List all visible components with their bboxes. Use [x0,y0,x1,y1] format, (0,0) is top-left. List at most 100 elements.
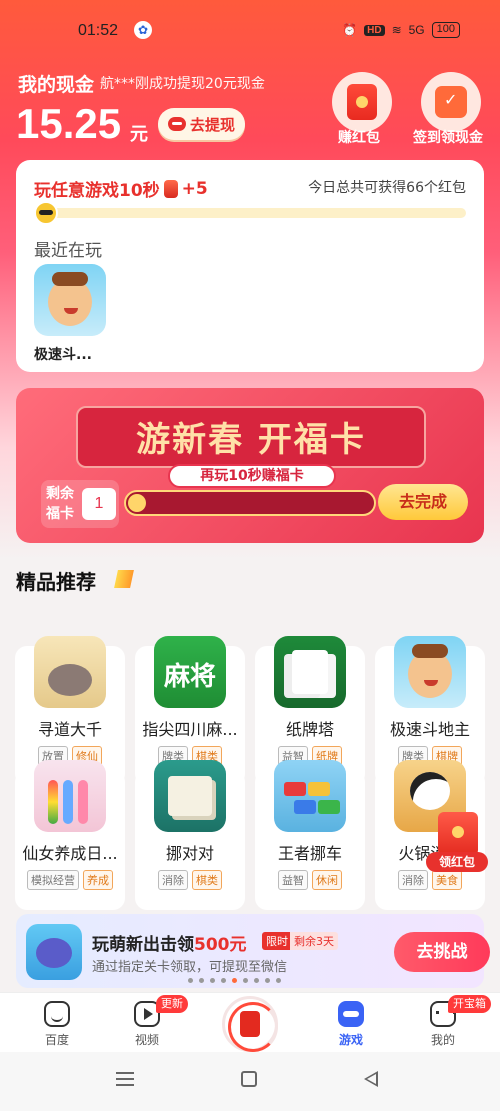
cartoon-man-icon [48,272,92,326]
banner-subtitle: 再玩10秒赚福卡 [168,464,336,488]
game-card[interactable]: 仙女养成日... 模拟经营 养成 [15,760,125,910]
nav-label: 游戏 [338,1033,363,1047]
game-name: 纸牌塔 [285,720,334,739]
baidu-icon [44,1001,70,1027]
nav-games[interactable]: 游戏 [316,999,386,1049]
signal-icon: 5G [408,23,425,37]
game-tag: 益智 [278,870,308,890]
carousel-dot [265,978,270,983]
complete-task-button[interactable]: 去完成 [378,484,468,520]
earn-redpack-button[interactable] [332,72,392,132]
baidu-paw-icon: ✿ [134,21,152,39]
floating-redpack-label: 领红包 [426,852,488,872]
calendar-check-icon [435,86,467,118]
nav-label: 我的 [430,1033,455,1047]
system-nav-bar [0,1052,500,1111]
game-tag: 消除 [158,870,188,890]
center-redpack-button[interactable] [222,996,278,1052]
section-deco [114,570,134,588]
status-bar: 01:52 ✿ ⏰ HD ≋ 5G 100 [0,18,500,46]
promo-desc: 通过指定关卡领取，可提现至微信 [92,960,288,975]
banner-title: 游新春 开福卡 [136,420,366,460]
carousel-dot [188,978,193,983]
cash-unit: 元 [130,124,148,145]
alarm-icon: ⏰ [342,23,358,37]
game-tags: 模拟经营 养成 [15,870,125,890]
sunglasses-face-icon [34,201,58,225]
wallet-icon [167,117,186,131]
treasure-badge: 开宝箱 [448,995,491,1013]
nav-label: 视频 [134,1033,159,1047]
red-envelope-icon [347,84,377,120]
mahjong-tiles-icon [154,760,226,832]
recent-label: 最近在玩 [34,241,102,261]
nav-label: 百度 [44,1033,69,1047]
nav-mine[interactable]: 我的 开宝箱 [408,995,491,1049]
promo-card[interactable]: 玩萌新出击领500元 限时 剩余3天 通过指定关卡领取，可提现至微信 去挑战 [16,914,490,988]
game-tag: 棋类 [192,870,222,890]
game-name: 寻道大千 [37,720,102,739]
game-tag: 休闲 [312,870,342,890]
carousel-dot [221,978,226,983]
playing-cards-icon [274,636,346,708]
water-tubes-icon [34,760,106,832]
back-icon[interactable] [364,1071,378,1087]
carousel-dot [276,978,281,983]
spring-festival-banner[interactable]: 游新春 开福卡 再玩10秒赚福卡 剩余福卡 1 去完成 [16,388,484,543]
remaining-cards-label: 剩余福卡 [46,486,74,522]
limited-badge: 限时 [262,932,292,950]
play-progress-bar [34,208,466,218]
game-name: 指尖四川麻... [142,720,238,739]
cash-label: 我的现金 [18,74,95,96]
game-tags: 消除 美食 [375,870,485,890]
floating-redpack-button[interactable]: 领红包 [426,812,488,872]
nav-baidu[interactable]: 百度 [22,999,92,1049]
play-task-title: 玩任意游戏10秒 +5 [34,176,208,202]
game-name: 挪对对 [165,844,214,863]
cartoon-man-icon [394,636,466,708]
status-time: 01:52 [78,22,119,39]
promo-title: 玩萌新出击领500元 [92,930,247,955]
wifi-icon: ≋ [391,23,402,37]
cash-amount: 15.25 [16,100,122,147]
signin-label: 签到领现金 [413,130,483,146]
play-task-bonus: +5 [181,178,208,199]
play-task-card: 玩任意游戏10秒 +5 今日总共可获得66个红包 最近在玩 极速斗... [16,160,484,372]
game-card[interactable]: 挪对对 消除 棋类 [135,760,245,910]
boar-warrior-icon [34,636,106,708]
monster-avatar-icon [26,924,82,980]
promo-amount: 500元 [194,935,247,955]
menu-icon[interactable] [116,1072,134,1086]
challenge-button[interactable]: 去挑战 [394,932,490,972]
carousel-dot [210,978,215,983]
parking-cars-icon [274,760,346,832]
battery-icon: 100 [431,22,460,38]
mahjong-icon: 麻将 [154,636,226,708]
game-tag: 养成 [83,870,113,890]
signin-button[interactable] [421,72,481,132]
carousel-dot-active [232,978,237,983]
carousel-dot [254,978,259,983]
home-icon[interactable] [241,1071,257,1087]
carousel-dots [188,978,281,983]
game-tag: 模拟经营 [27,870,79,890]
game-name: 王者挪车 [277,844,342,863]
face-art [408,644,452,698]
gamepad-icon [338,1001,364,1027]
game-tags: 益智 休闲 [255,870,365,890]
remaining-cards-count: 1 [82,488,116,520]
hd-icon: HD [364,24,385,36]
recent-game-name[interactable]: 极速斗... [34,344,92,364]
section-title: 精品推荐 [16,570,96,594]
play-task-text: 玩任意游戏10秒 [34,181,160,201]
recent-game-icon[interactable] [34,264,106,336]
promo-title-prefix: 玩萌新出击领 [92,935,194,955]
nav-video[interactable]: 视频 更新 [112,995,188,1049]
game-tags: 消除 棋类 [135,870,245,890]
status-icons: ⏰ HD ≋ 5G 100 [342,22,460,38]
withdraw-button[interactable]: 去提现 [158,108,245,140]
earn-redpack-label: 赚红包 [338,130,380,146]
game-name: 仙女养成日... [22,844,118,863]
game-card[interactable]: 王者挪车 益智 休闲 [255,760,365,910]
game-tag: 消除 [398,870,428,890]
